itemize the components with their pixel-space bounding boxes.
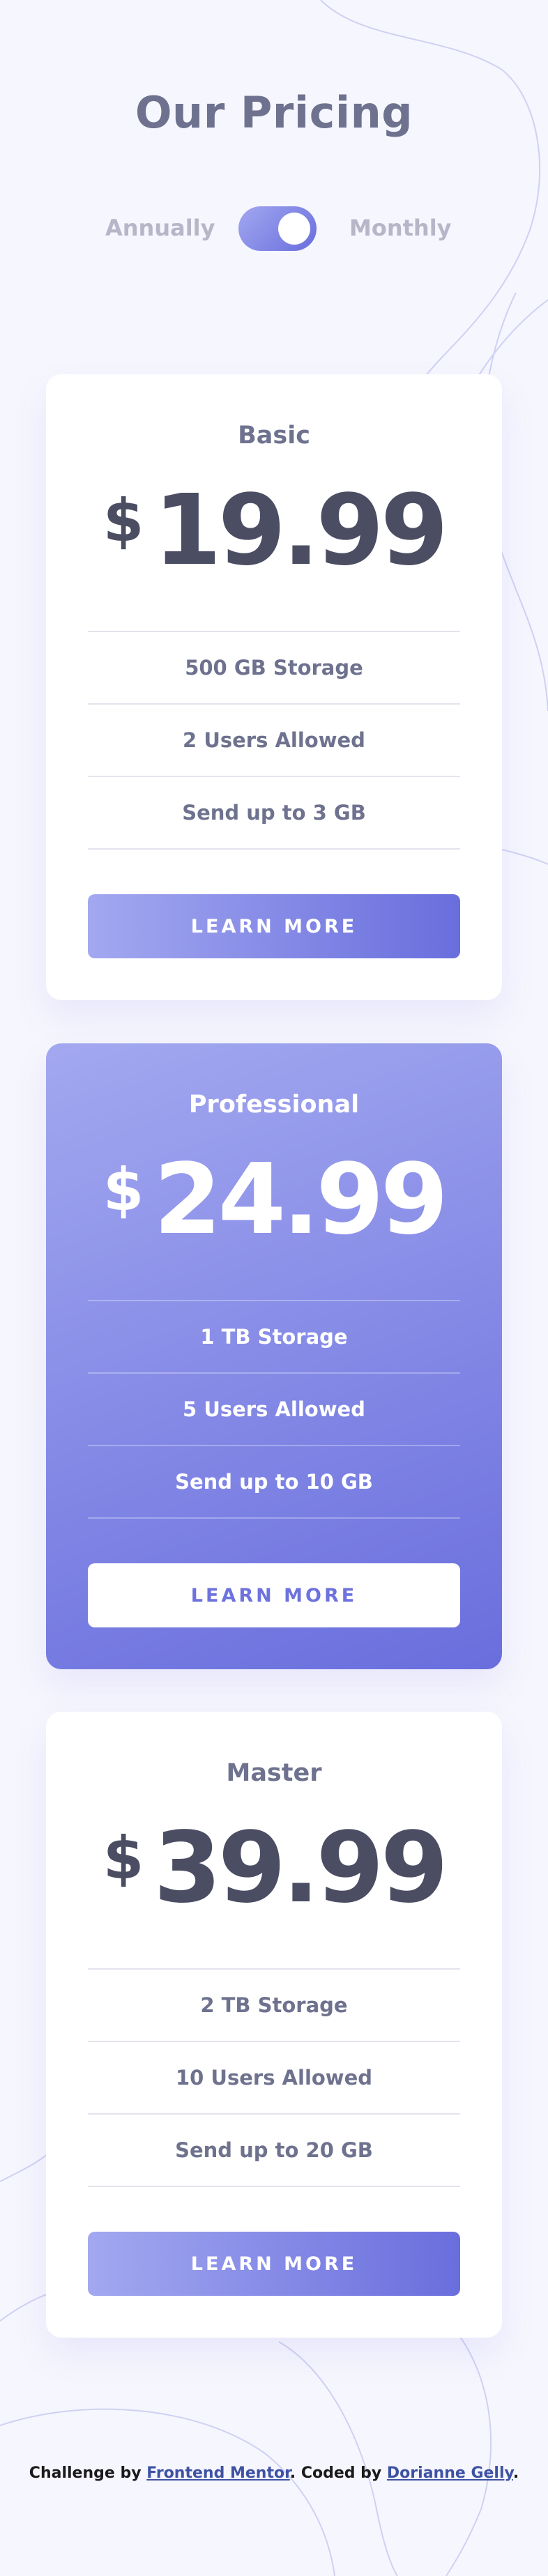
feature-send-limit: Send up to 10 GB <box>88 1446 460 1519</box>
pricing-page: Our Pricing Annually Monthly Basic $ 19.… <box>0 0 548 2576</box>
price-amount: 39.99 <box>153 1811 448 1925</box>
price-amount: 24.99 <box>153 1143 448 1257</box>
plan-name: Professional <box>188 1091 360 1119</box>
feature-send-limit: Send up to 20 GB <box>88 2115 460 2187</box>
billing-toggle[interactable] <box>238 206 317 251</box>
toggle-knob[interactable] <box>278 213 310 245</box>
feature-storage: 500 GB Storage <box>88 632 460 705</box>
learn-more-button-basic[interactable]: LEARN MORE <box>88 894 460 958</box>
author-link[interactable]: Dorianne Gelly <box>387 2464 513 2482</box>
feature-send-limit: Send up to 3 GB <box>88 777 460 850</box>
plan-price: $ 19.99 <box>46 482 502 580</box>
monthly-label[interactable]: Monthly <box>349 215 452 241</box>
attribution-suffix: . <box>512 2464 519 2482</box>
feature-storage: 1 TB Storage <box>88 1301 460 1374</box>
feature-storage: 2 TB Storage <box>88 1970 460 2042</box>
currency-symbol: $ <box>102 1156 144 1224</box>
attribution-footer: Challenge by Frontend Mentor. Coded by D… <box>0 2464 548 2482</box>
annually-label[interactable]: Annually <box>105 215 215 241</box>
billing-toggle-row: Annually Monthly <box>0 206 548 251</box>
currency-symbol: $ <box>102 486 144 555</box>
plan-price: $ 39.99 <box>46 1820 502 1917</box>
learn-more-button-master[interactable]: LEARN MORE <box>88 2232 460 2296</box>
feature-users: 10 Users Allowed <box>88 2042 460 2115</box>
plan-card-basic: Basic $ 19.99 500 GB Storage 2 Users All… <box>46 374 502 1000</box>
price-amount: 19.99 <box>153 474 448 588</box>
feature-users: 2 Users Allowed <box>88 705 460 777</box>
feature-list: 2 TB Storage 10 Users Allowed Send up to… <box>88 1968 460 2187</box>
learn-more-button-professional[interactable]: LEARN MORE <box>88 1563 460 1627</box>
plan-card-master: Master $ 39.99 2 TB Storage 10 Users All… <box>46 1712 502 2338</box>
plan-name: Basic <box>238 422 310 450</box>
attribution-challenge-prefix: Challenge by <box>29 2464 142 2482</box>
plan-price: $ 24.99 <box>46 1151 502 1249</box>
attribution-coded-prefix: . Coded by <box>289 2464 382 2482</box>
plan-name: Master <box>226 1759 322 1787</box>
frontend-mentor-link[interactable]: Frontend Mentor <box>146 2464 290 2482</box>
plan-card-professional: Professional $ 24.99 1 TB Storage 5 User… <box>46 1043 502 1669</box>
feature-list: 500 GB Storage 2 Users Allowed Send up t… <box>88 631 460 850</box>
page-title: Our Pricing <box>135 87 413 138</box>
currency-symbol: $ <box>102 1824 144 1892</box>
feature-users: 5 Users Allowed <box>88 1374 460 1446</box>
feature-list: 1 TB Storage 5 Users Allowed Send up to … <box>88 1300 460 1519</box>
